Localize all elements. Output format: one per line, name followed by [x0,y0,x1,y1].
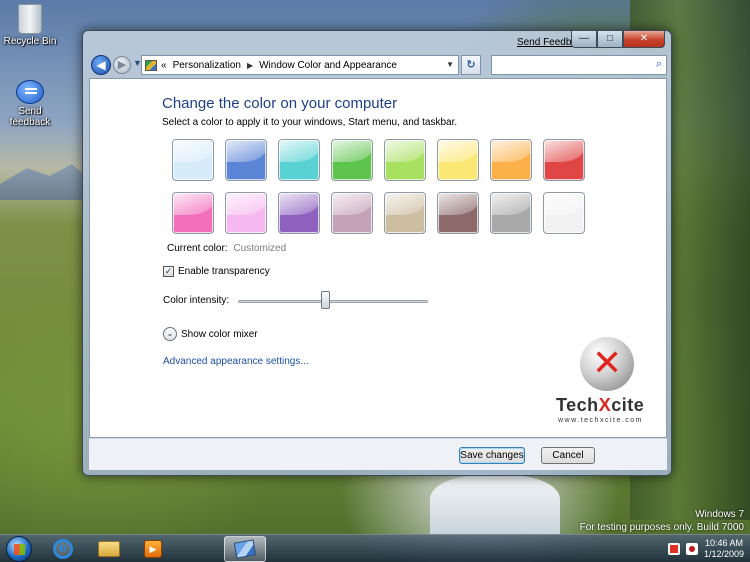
transparency-option[interactable]: ✓ Enable transparency [163,266,270,277]
media-player-icon: ▶ [144,540,162,558]
color-swatch-16[interactable] [543,192,585,234]
desktop-icon-label: Recycle Bin [3,36,57,47]
minimize-button[interactable]: — [571,31,597,48]
taskbar-internet-explorer[interactable]: e [48,538,78,560]
dialog-footer: Save changes Cancel [89,438,667,470]
color-swatch-5[interactable] [384,139,426,181]
system-tray: 10:46 AM 1/12/2009 [667,537,744,561]
taskbar-media-player[interactable]: ▶ [138,538,168,560]
chevron-down-icon[interactable]: ⌄ [163,327,177,341]
color-swatch-14[interactable] [437,192,479,234]
refresh-button[interactable]: ↻ [461,55,481,75]
taskbar: e ▶ 10:46 AM 1/12/2009 [0,534,750,562]
breadcrumb-separator-icon[interactable]: ▶ [247,61,253,70]
breadcrumb-personalization[interactable]: Personalization [173,60,241,71]
caption-buttons: — □ ✕ [571,31,665,48]
color-intensity-label: Color intensity: [163,295,230,306]
color-swatch-6[interactable] [437,139,479,181]
recycle-bin-icon [18,4,42,34]
maximize-button[interactable]: □ [597,31,623,48]
desktop-icon-label: Send feedback [9,106,51,128]
clock-date: 1/12/2009 [703,549,744,559]
color-swatch-3[interactable] [278,139,320,181]
address-bar[interactable]: « Personalization ▶ Window Color and App… [141,55,459,75]
content-pane: Change the color on your computer Select… [89,78,667,438]
page-instructions: Select a color to apply it to your windo… [162,117,458,128]
show-color-mixer-label[interactable]: Show color mixer [181,329,258,340]
folder-icon [98,541,120,557]
wallpaper-waterfall [430,475,560,535]
breadcrumb-window-color[interactable]: Window Color and Appearance [259,60,397,71]
color-swatch-13[interactable] [384,192,426,234]
color-swatch-12[interactable] [331,192,373,234]
color-swatch-1[interactable] [172,139,214,181]
color-swatch-10[interactable] [225,192,267,234]
watermark-os: Windows 7 [695,509,744,520]
color-intensity-slider-track[interactable] [238,300,428,303]
address-chevron[interactable]: « [161,60,167,71]
color-swatch-8[interactable] [543,139,585,181]
logo-wordmark: TechXcite [556,395,645,415]
cancel-button[interactable]: Cancel [541,447,595,464]
network-icon[interactable] [685,543,698,555]
desktop-icon-recycle-bin[interactable]: Recycle Bin [0,4,60,47]
desktop-icon-send-feedback[interactable]: Send feedback [0,80,60,128]
techxcite-logo: ✕ TechXcite www.techxcite.com [556,337,662,433]
color-swatch-grid [172,139,592,234]
back-button[interactable]: ◀ [91,55,111,75]
close-button[interactable]: ✕ [623,31,665,48]
color-swatch-7[interactable] [490,139,532,181]
search-input[interactable] [492,56,642,74]
show-color-mixer-toggle[interactable]: ⌄ Show color mixer [163,327,258,341]
color-swatch-11[interactable] [278,192,320,234]
save-changes-button[interactable]: Save changes [459,447,525,464]
enable-transparency-label[interactable]: Enable transparency [178,266,270,277]
current-color-value: Customized [233,243,287,254]
personalization-icon [233,539,257,559]
feedback-icon [16,80,44,104]
taskbar-windows-explorer[interactable] [94,538,124,560]
search-icon[interactable]: ⌕ [656,58,662,71]
taskbar-personalization-active[interactable] [224,536,266,562]
color-swatch-15[interactable] [490,192,532,234]
forward-button[interactable]: ▶ [113,56,131,74]
color-swatch-9[interactable] [172,192,214,234]
page-title: Change the color on your computer [162,95,398,112]
current-color-row: Current color: Customized [167,243,286,254]
build-watermark: Windows 7 For testing purposes only. Bui… [580,508,744,534]
internet-explorer-icon: e [53,539,73,559]
wallpaper-mountains [0,164,90,200]
advanced-appearance-link[interactable]: Advanced appearance settings... [163,356,309,367]
enable-transparency-checkbox[interactable]: ✓ [163,266,174,277]
color-swatch-2[interactable] [225,139,267,181]
clock[interactable]: 10:46 AM 1/12/2009 [704,538,744,560]
logo-url: www.techxcite.com [558,417,644,424]
start-button[interactable] [6,536,32,562]
clock-time: 10:46 AM [704,538,743,548]
color-intensity-slider-thumb[interactable] [321,291,331,309]
current-color-label: Current color: [167,243,228,254]
logo-x-icon: ✕ [592,343,623,384]
search-box[interactable]: ⌕ [491,55,667,75]
address-dropdown-icon[interactable]: ▼ [446,60,454,69]
control-panel-icon [145,59,157,71]
action-center-flag-icon[interactable] [667,543,680,555]
personalization-window: Send Feedback — □ ✕ ◀ ▶ ▼ « Personalizat… [82,30,672,476]
watermark-build: For testing purposes only. Build 7000 [579,522,744,533]
navigation-bar: ◀ ▶ ▼ « Personalization ▶ Window Color a… [89,55,667,77]
color-swatch-4[interactable] [331,139,373,181]
